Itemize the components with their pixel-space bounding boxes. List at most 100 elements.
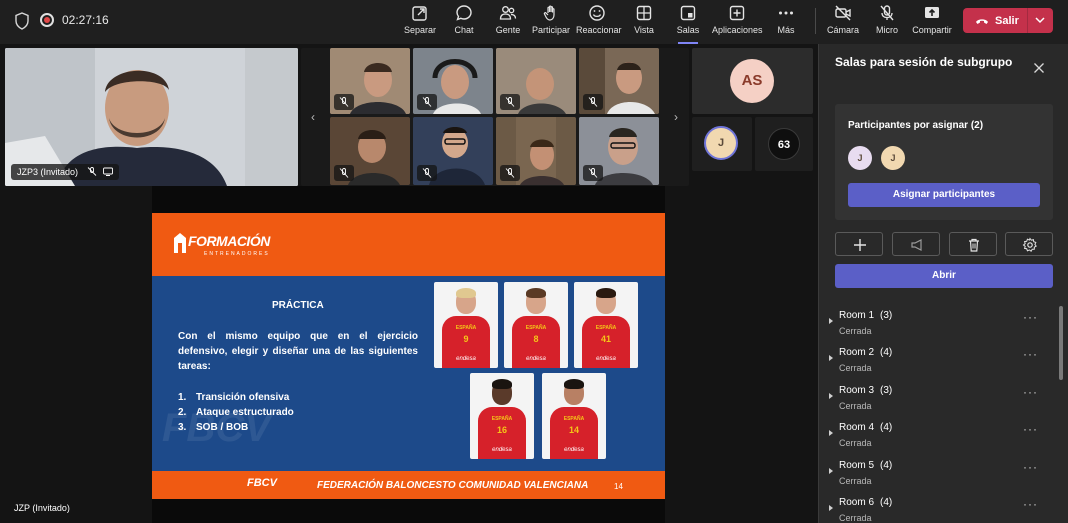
chevron-down-icon[interactable] [1034, 15, 1046, 25]
room-list-scrollbar[interactable] [1059, 306, 1063, 380]
list-item: 2. Ataque estructurado [178, 407, 294, 418]
more-options-icon[interactable]: ··· [1023, 497, 1038, 511]
gallery-tile[interactable] [496, 48, 576, 114]
apps-label: Aplicaciones [712, 25, 763, 35]
delete-rooms-button[interactable] [949, 232, 997, 256]
chevron-right-icon[interactable] [829, 355, 833, 361]
room-list-item[interactable]: Room 4 (4) Cerrada ··· [827, 420, 1057, 456]
avatar-tile[interactable]: AS [692, 48, 813, 114]
gallery-next-arrow[interactable]: › [671, 110, 681, 124]
more-options-icon[interactable]: ··· [1023, 310, 1038, 324]
trash-icon [969, 238, 979, 252]
more-options-icon[interactable]: ··· [1023, 422, 1038, 436]
chat-button[interactable]: Chat [448, 4, 480, 40]
presenter-name: JZP (Invitado) [14, 503, 70, 513]
leave-button[interactable]: Salir [963, 8, 1053, 33]
more-options-icon[interactable]: ··· [1023, 347, 1038, 361]
react-button[interactable]: Reaccionar [576, 4, 622, 40]
gallery-tile[interactable] [579, 48, 659, 114]
avatar-tile[interactable]: J [692, 117, 752, 171]
muted-indicator [583, 165, 603, 181]
presenter-name-tag: JZP (Invitado) [8, 500, 76, 516]
chevron-right-icon[interactable] [829, 318, 833, 324]
mic-label: Micro [876, 25, 898, 35]
assign-participants-button[interactable]: Asignar participantes [848, 183, 1040, 207]
room-count: (4) [880, 422, 893, 433]
mic-button[interactable]: Micro [872, 4, 902, 40]
raise-hand-button[interactable]: Participar [532, 4, 570, 40]
rooms-button[interactable]: Salas [672, 4, 704, 44]
mic-off-icon [339, 97, 349, 107]
main-video-tile[interactable]: JZP3 (Invitado) [5, 48, 298, 186]
gallery-tile[interactable] [330, 48, 410, 114]
room-list-item[interactable]: Room 3 (3) Cerrada ··· [827, 383, 1057, 419]
room-name: Room 1 [839, 310, 875, 321]
chevron-right-icon[interactable] [829, 505, 833, 511]
slide-task-list: 1. Transición ofensiva 2. Ataque estructur… [178, 390, 294, 435]
slide-bottom-band [152, 499, 665, 523]
pop-out-button[interactable]: Separar [404, 4, 436, 40]
pop-out-icon [412, 6, 427, 21]
react-icon [589, 5, 605, 21]
avatar[interactable]: J [848, 146, 872, 170]
room-name: Room 5 [839, 460, 875, 471]
gallery-prev-arrow[interactable]: ‹ [308, 110, 318, 124]
mic-off-icon [880, 5, 894, 21]
chat-icon [456, 5, 472, 21]
announce-button[interactable] [892, 232, 940, 256]
main-video-name-tag: JZP3 (Invitado) [11, 164, 120, 180]
slide-footer-logo: FBCV [247, 477, 277, 489]
room-settings-button[interactable] [1005, 232, 1053, 256]
chevron-right-icon[interactable] [829, 430, 833, 436]
muted-indicator [334, 165, 354, 181]
recording-icon [40, 13, 54, 27]
room-count: (3) [880, 385, 893, 396]
room-name: Room 4 [839, 422, 875, 433]
chevron-right-icon[interactable] [829, 468, 833, 474]
apps-button[interactable]: Aplicaciones [712, 4, 763, 40]
room-status: Cerrada [839, 363, 872, 373]
overflow-tile[interactable]: 63 [755, 117, 813, 171]
gallery-tile[interactable] [413, 48, 493, 114]
room-list-item[interactable]: Room 6 (4) Cerrada ··· [827, 495, 1057, 523]
camera-button[interactable]: Cámara [826, 4, 860, 40]
room-status: Cerrada [839, 438, 872, 448]
gallery-tile[interactable] [413, 117, 493, 185]
avatar[interactable]: J [881, 146, 905, 170]
more-button[interactable]: Más [772, 4, 800, 40]
unassigned-participants-card: Participantes por asignar (2) J J Asigna… [835, 104, 1053, 220]
slide-top-band [152, 186, 665, 213]
avatar: J [704, 126, 738, 160]
gallery-tile[interactable] [579, 117, 659, 185]
open-rooms-button[interactable]: Abrir [835, 264, 1053, 288]
view-button[interactable]: Vista [628, 4, 660, 40]
share-icon [925, 7, 939, 18]
phone-hangup-icon [976, 18, 988, 24]
avatar: AS [730, 59, 774, 103]
apps-icon [729, 5, 745, 21]
add-room-button[interactable] [835, 232, 883, 256]
teams-meeting-window: 02:27:16 Separar Chat Gente Participar R… [0, 0, 1068, 523]
room-list-item[interactable]: Room 2 (4) Cerrada ··· [827, 345, 1057, 381]
breakout-rooms-panel: Salas para sesión de subgrupo Participan… [818, 44, 1068, 523]
react-label: Reaccionar [576, 25, 622, 35]
view-icon [636, 5, 652, 21]
chevron-right-icon[interactable] [829, 393, 833, 399]
unassigned-title: Participantes por asignar (2) [848, 120, 984, 131]
gallery-tile[interactable] [496, 117, 576, 185]
shield-icon [15, 12, 29, 30]
more-options-icon[interactable]: ··· [1023, 460, 1038, 474]
player-card: ESPAÑA 9 endesa [434, 282, 498, 368]
mic-off-icon [87, 167, 96, 176]
mic-off-icon [339, 168, 349, 178]
people-button[interactable]: Gente [492, 4, 524, 40]
room-list-item[interactable]: Room 5 (4) Cerrada ··· [827, 458, 1057, 494]
overflow-count: 63 [777, 139, 791, 151]
logo-mark-icon [174, 233, 186, 253]
gallery-tile[interactable] [330, 117, 410, 185]
more-options-icon[interactable]: ··· [1023, 385, 1038, 399]
shared-screen[interactable]: FORMACIÓN ENTRENADORES FBCV PRÁCTICA Con… [152, 186, 665, 523]
close-icon[interactable] [1033, 62, 1045, 74]
share-button[interactable]: Compartir [910, 4, 954, 40]
room-list-item[interactable]: Room 1 (3) Cerrada ··· [827, 308, 1057, 344]
